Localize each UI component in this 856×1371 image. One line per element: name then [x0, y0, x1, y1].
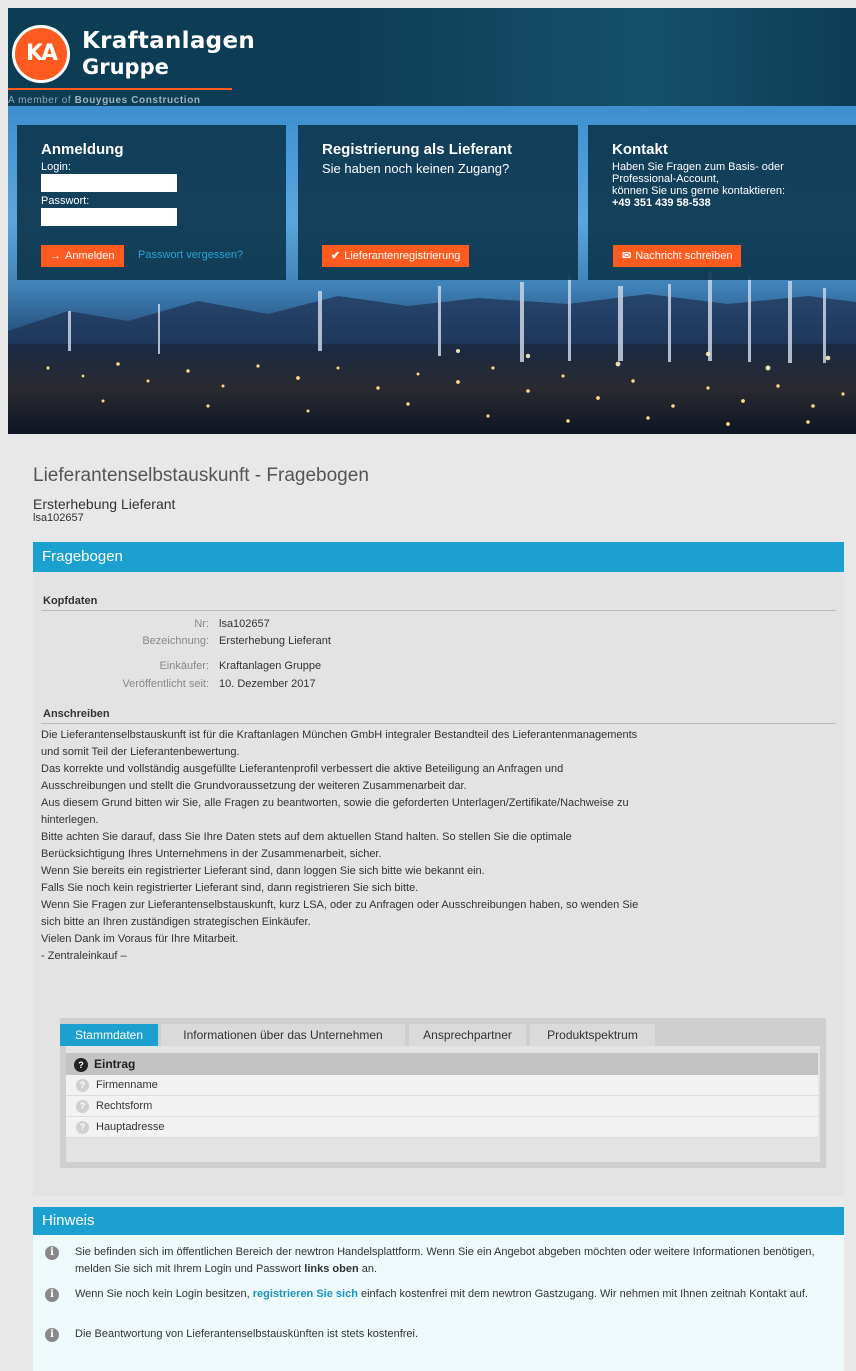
field-key-nr: Nr:: [194, 618, 209, 630]
notice-header: Hinweis: [33, 1207, 844, 1235]
supplier-registration-button[interactable]: ✔ Lieferantenregistrierung: [322, 245, 470, 267]
letter-line: Das korrekte und vollständig ausgefüllte…: [41, 763, 564, 775]
logo[interactable]: KA Kraftanlagen Gruppe A member of Bouyg…: [8, 8, 255, 106]
letter-line: Falls Sie noch kein registrierter Liefer…: [41, 882, 419, 894]
letter-line: Wenn Sie bereits ein registrierter Liefe…: [41, 865, 485, 877]
kopfdaten-label: Kopfdaten: [43, 595, 98, 607]
login-panel: Anmeldung Login: Passwort: → Anmelden Pas…: [17, 125, 286, 280]
letter-line: Vielen Dank im Voraus für Ihre Mitarbeit…: [41, 933, 239, 945]
letter-line: Ausschreibungen und stellt die Grundvora…: [41, 780, 467, 792]
register-text: Sie haben noch keinen Zugang?: [322, 161, 510, 176]
field-value-nr: lsa102657: [219, 618, 270, 630]
field-value-bezeichnung: Ersterhebung Lieferant: [219, 635, 331, 647]
table-row[interactable]: ? Rechtsform: [66, 1096, 818, 1117]
table-row[interactable]: ? Firmenname: [66, 1075, 818, 1096]
cover-letter: Die Lieferantenselbstauskunft ist für di…: [41, 727, 691, 965]
info-icon: i: [45, 1246, 59, 1260]
header-background: [336, 8, 856, 106]
letter-line: - Zentraleinkauf –: [41, 950, 127, 962]
password-label: Passwort:: [41, 195, 90, 207]
field-key-published: Veröffentlicht seit:: [122, 678, 209, 690]
logo-ka-icon: KA: [12, 25, 70, 83]
tab-ansprechpartner[interactable]: Ansprechpartner: [409, 1024, 526, 1046]
notice-login: Sie befinden sich im öffentlichen Bereic…: [75, 1246, 815, 1275]
contact-title: Kontakt: [612, 141, 668, 158]
letter-line: Aus diesem Grund bitten wir Sie, alle Fr…: [41, 797, 629, 809]
contact-line1: Haben Sie Fragen zum Basis- oder: [612, 161, 784, 173]
questionnaire-section: Fragebogen Kopfdaten Nr: lsa102657 Bezei…: [33, 542, 844, 1196]
tab-produktspektrum[interactable]: Produktspektrum: [530, 1024, 655, 1046]
register-link[interactable]: registrieren Sie sich: [253, 1288, 358, 1300]
questionnaire-header: Fragebogen: [33, 542, 844, 572]
info-icon: i: [45, 1328, 59, 1342]
forgot-password-link[interactable]: Passwort vergessen?: [138, 249, 243, 261]
notice-register: Wenn Sie noch kein Login besitzen, regis…: [75, 1288, 808, 1300]
contact-line3: können Sie uns gerne kontaktieren:: [612, 185, 786, 197]
contact-panel: Kontakt Haben Sie Fragen zum Basis- oder…: [588, 125, 856, 280]
arrow-right-icon: →: [50, 250, 61, 262]
page-title: Lieferantenselbstauskunft - Fragebogen: [33, 465, 369, 486]
field-value-published: 10. Dezember 2017: [219, 678, 316, 690]
brand-name-line1: Kraftanlagen: [82, 28, 256, 54]
page-id: lsa102657: [33, 512, 84, 524]
envelope-icon: ✉: [622, 250, 632, 262]
field-key-bezeichnung: Bezeichnung:: [142, 635, 209, 647]
divider: [41, 723, 836, 724]
contact-line2: Professional-Account,: [612, 173, 719, 185]
member-of-text: A member of Bouygues Construction: [8, 95, 201, 106]
entries-table: ? Eintrag ? Firmenname ? Rechtsform ? Haupta…: [66, 1053, 818, 1138]
password-input[interactable]: [41, 208, 177, 226]
letter-line: und somit Teil der Lieferantenbewertung.: [41, 746, 240, 758]
write-message-button[interactable]: ✉ Nachricht schreiben: [613, 245, 742, 267]
letter-line: Bitte achten Sie darauf, dass Sie Ihre D…: [41, 831, 572, 843]
question-icon: ?: [76, 1121, 89, 1134]
login-input[interactable]: [41, 174, 177, 192]
top-left-link[interactable]: links oben: [304, 1263, 358, 1275]
login-title: Anmeldung: [41, 141, 124, 158]
notice-free: Die Beantwortung von Lieferantenselbstau…: [75, 1328, 419, 1340]
info-icon: i: [45, 1288, 59, 1302]
question-icon: ?: [76, 1100, 89, 1113]
question-icon: ?: [74, 1057, 88, 1072]
table-header: ? Eintrag: [66, 1053, 818, 1075]
register-panel: Registrierung als Lieferant Sie haben no…: [298, 125, 578, 280]
field-key-einkaeufer: Einkäufer:: [159, 660, 209, 672]
site-header: KA Kraftanlagen Gruppe A member of Bouyg…: [8, 8, 856, 106]
divider: [41, 610, 836, 611]
letter-line: hinterlegen.: [41, 814, 99, 826]
login-button[interactable]: → Anmelden: [41, 245, 124, 267]
brand-name-line2: Gruppe: [82, 55, 169, 79]
logo-divider: [8, 88, 232, 90]
letter-line: Wenn Sie Fragen zur Lieferantenselbstaus…: [41, 899, 639, 911]
tab-content: ? Eintrag ? Firmenname ? Rechtsform ? Haupta…: [66, 1046, 820, 1162]
letter-line: Die Lieferantenselbstauskunft ist für di…: [41, 729, 638, 741]
register-title: Registrierung als Lieferant: [322, 141, 513, 158]
letter-line: sich bitte an Ihren zuständigen strategi…: [41, 916, 311, 928]
contact-phone: +49 351 439 58-538: [612, 197, 711, 209]
tab-container: Stammdaten Informationen über das Untern…: [60, 1018, 826, 1168]
notice-section: Hinweis i Sie befinden sich im öffentlic…: [33, 1207, 844, 1371]
question-icon: ?: [76, 1079, 89, 1092]
anschreiben-label: Anschreiben: [43, 708, 110, 720]
checkmark-icon: ✔: [331, 250, 341, 262]
buyer-link[interactable]: Kraftanlagen Gruppe: [219, 660, 321, 672]
login-label: Login:: [41, 161, 71, 173]
letter-line: Berücksichtigung Ihres Unternehmens in d…: [41, 848, 382, 860]
tab-unternehmen[interactable]: Informationen über das Unternehmen: [161, 1024, 405, 1046]
tab-stammdaten[interactable]: Stammdaten: [60, 1024, 158, 1046]
page-subtitle: Ersterhebung Lieferant: [33, 496, 176, 512]
hero-banner: Anmeldung Login: Passwort: → Anmelden Pas…: [8, 106, 856, 434]
table-row[interactable]: ? Hauptadresse: [66, 1117, 818, 1138]
